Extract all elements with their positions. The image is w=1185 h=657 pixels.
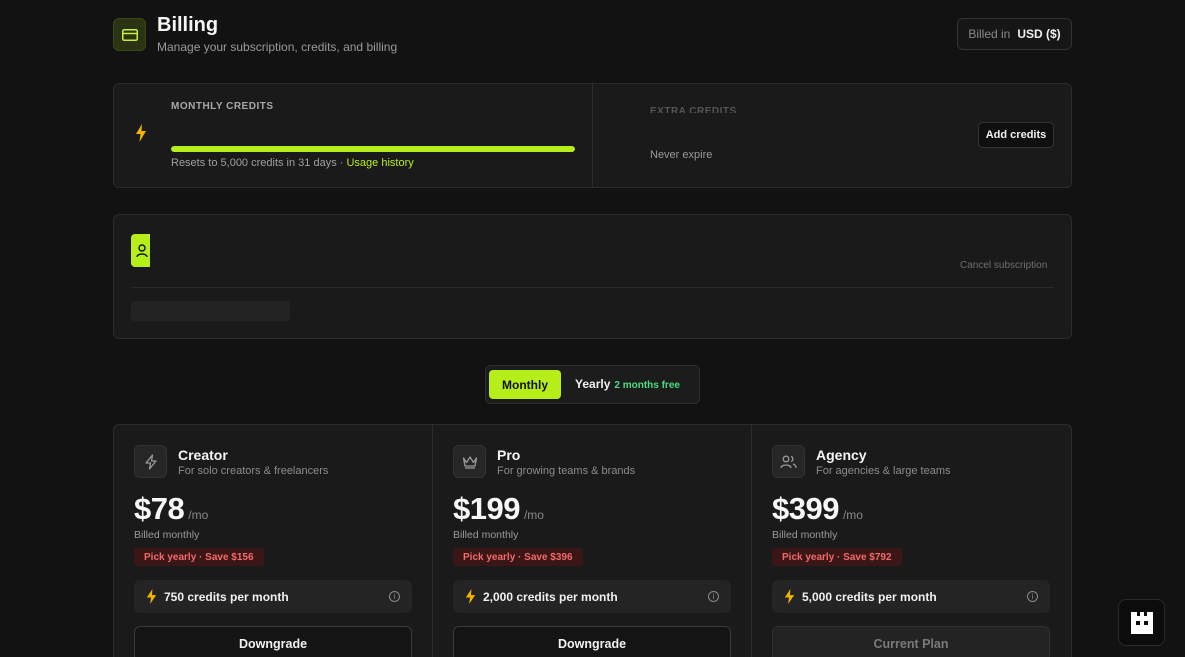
monthly-credits-label: MONTHLY CREDITS: [171, 101, 274, 112]
plan-card-creator: Creator For solo creators & freelancers …: [113, 424, 433, 657]
plan-credits-row: 750 credits per month i: [134, 580, 412, 613]
extra-credits-note: Never expire: [650, 149, 713, 161]
info-icon[interactable]: i: [1027, 591, 1038, 602]
plan-credits-row: 2,000 credits per month i: [453, 580, 731, 613]
yearly-discount-badge: 2 months free: [614, 380, 680, 391]
plan-credits: 5,000 credits per month: [802, 589, 937, 604]
crown-icon: [453, 445, 486, 478]
toggle-yearly-label: Yearly: [575, 377, 611, 391]
add-credits-button[interactable]: Add credits: [978, 122, 1054, 148]
price-amount: $399: [772, 491, 839, 526]
plan-price: $199 /mo: [453, 491, 544, 527]
billing-frequency: Billed monthly: [134, 529, 200, 541]
plan-name: Pro: [497, 447, 521, 463]
credits-reset-text: Resets to 5,000 credits in 31 days · Usa…: [171, 157, 414, 169]
price-period: /mo: [842, 508, 863, 522]
price-amount: $78: [134, 491, 185, 526]
plan-credits: 2,000 credits per month: [483, 589, 618, 604]
cancel-subscription-link[interactable]: Cancel subscription: [960, 260, 1047, 271]
extra-credits-label: EXTRA CREDITS: [650, 106, 737, 113]
plan-description: For growing teams & brands: [497, 465, 636, 477]
bolt-icon: [136, 124, 146, 147]
billing-frequency: Billed monthly: [453, 529, 519, 541]
price-period: /mo: [523, 508, 544, 522]
castle-icon: [1130, 611, 1153, 634]
users-icon: [772, 445, 805, 478]
subscription-loading-placeholder: [131, 301, 290, 321]
info-icon[interactable]: i: [708, 591, 719, 602]
plan-description: For solo creators & freelancers: [178, 465, 329, 477]
page-title: Billing: [157, 14, 219, 36]
page-subtitle: Manage your subscription, credits, and b…: [157, 40, 398, 54]
info-icon[interactable]: i: [389, 591, 400, 602]
bolt-icon: [134, 445, 167, 478]
plan-description: For agencies & large teams: [816, 465, 951, 477]
plan-price: $399 /mo: [772, 491, 863, 527]
plan-card-agency: Agency For agencies & large teams $399 /…: [751, 424, 1072, 657]
credits-progress-fill: [171, 146, 575, 152]
toggle-monthly[interactable]: Monthly: [489, 370, 561, 399]
plan-price: $78 /mo: [134, 491, 208, 527]
bolt-icon: [465, 589, 476, 604]
billing-frequency: Billed monthly: [772, 529, 838, 541]
plan-name: Agency: [816, 447, 867, 463]
toggle-yearly[interactable]: Yearly 2 months free: [575, 377, 680, 391]
yearly-savings-badge: Pick yearly · Save $156: [134, 548, 264, 566]
plan-credits-row: 5,000 credits per month i: [772, 580, 1050, 613]
yearly-savings-badge: Pick yearly · Save $396: [453, 548, 583, 566]
chat-widget-button[interactable]: [1118, 599, 1165, 646]
subscription-divider: [131, 287, 1054, 288]
subscription-user-icon: [131, 234, 150, 267]
plan-credits: 750 credits per month: [164, 589, 289, 604]
billing-card-icon: [113, 18, 146, 51]
plan-name: Creator: [178, 447, 228, 463]
currency-label: Billed in: [968, 27, 1011, 41]
plan-card-pro: Pro For growing teams & brands $199 /mo …: [432, 424, 752, 657]
usage-history-link[interactable]: Usage history: [346, 157, 413, 169]
reset-text: Resets to 5,000 credits in 31 days ·: [171, 157, 347, 169]
bolt-icon: [784, 589, 795, 604]
downgrade-button[interactable]: Downgrade: [453, 626, 731, 657]
yearly-savings-badge: Pick yearly · Save $792: [772, 548, 902, 566]
credits-progress-bar: [171, 146, 575, 152]
downgrade-button[interactable]: Downgrade: [134, 626, 412, 657]
current-plan-button[interactable]: Current Plan: [772, 626, 1050, 657]
price-amount: $199: [453, 491, 520, 526]
currency-selector[interactable]: Billed in USD ($): [957, 18, 1072, 50]
price-period: /mo: [188, 508, 209, 522]
bolt-icon: [146, 589, 157, 604]
credits-divider: [592, 84, 593, 187]
currency-value: USD ($): [1017, 27, 1061, 41]
